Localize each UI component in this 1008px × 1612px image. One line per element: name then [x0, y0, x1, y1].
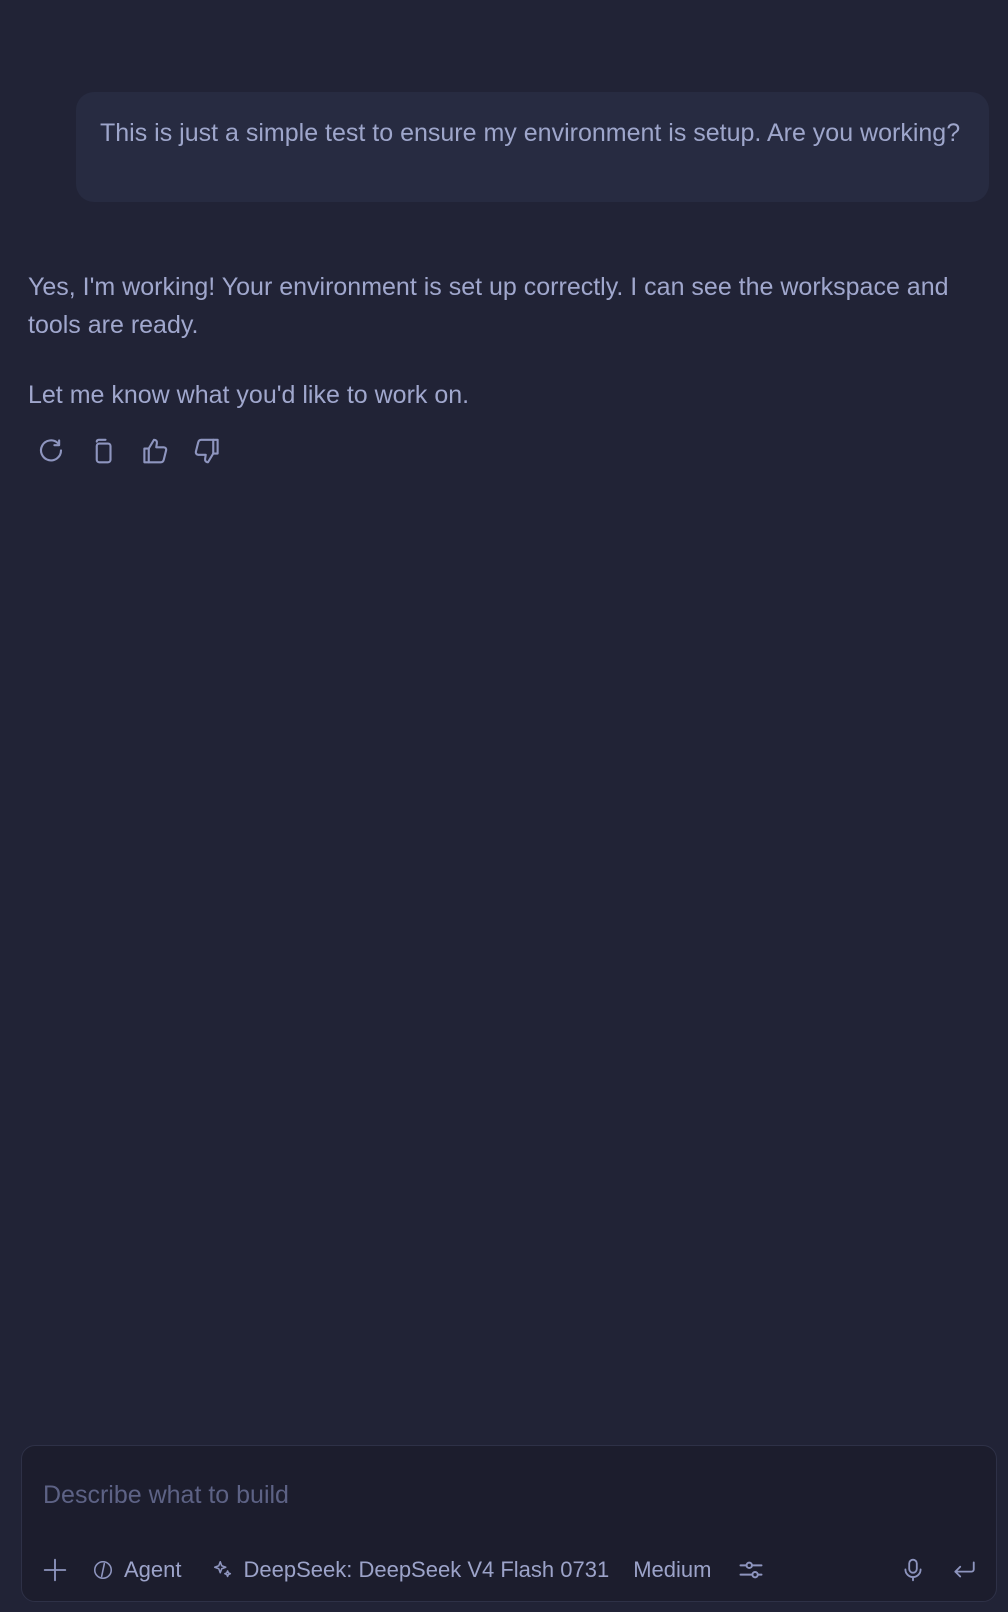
assistant-paragraph: Let me know what you'd like to work on. [28, 381, 470, 409]
chat-window: This is just a simple test to ensure my … [0, 0, 1008, 1612]
mode-selector[interactable]: Agent [92, 1557, 182, 1583]
settings-button[interactable] [737, 1556, 765, 1584]
send-button[interactable] [950, 1557, 978, 1583]
message-actions [34, 434, 224, 468]
mode-label: Agent [124, 1557, 182, 1582]
sliders-icon [739, 1561, 763, 1579]
model-selector[interactable]: DeepSeek: DeepSeek V4 Flash 0731 [212, 1557, 610, 1583]
user-message-text: This is just a simple test to ensure my … [100, 119, 961, 147]
agent-icon [93, 1560, 113, 1580]
user-message-bubble: This is just a simple test to ensure my … [76, 92, 989, 202]
sparkle-icon [213, 1560, 231, 1578]
effort-label: Medium [633, 1557, 712, 1582]
effort-selector[interactable]: Medium [633, 1557, 711, 1583]
prompt-input[interactable] [41, 1474, 975, 1516]
assistant-paragraph: Yes, I'm working! Your environment is se… [28, 273, 949, 339]
copy-button[interactable] [86, 434, 120, 468]
attach-button[interactable] [42, 1557, 68, 1583]
enter-icon [954, 1561, 975, 1578]
thumbs-down-icon [194, 438, 219, 464]
composer-toolbar: Agent DeepSeek: DeepSeek V4 Flash 0731 M… [40, 1550, 978, 1590]
copy-icon [95, 438, 112, 464]
microphone-icon [904, 1558, 922, 1582]
composer: Agent DeepSeek: DeepSeek V4 Flash 0731 M… [21, 1445, 997, 1602]
thumbs-up-button[interactable] [138, 434, 172, 468]
thumbs-up-icon [143, 438, 168, 464]
retry-button[interactable] [34, 434, 68, 468]
refresh-icon [39, 439, 63, 462]
voice-input-button[interactable] [900, 1556, 926, 1584]
assistant-message: Yes, I'm working! Your environment is se… [28, 268, 993, 414]
plus-icon [43, 1558, 67, 1582]
thumbs-down-button[interactable] [190, 434, 224, 468]
model-label: DeepSeek: DeepSeek V4 Flash 0731 [243, 1557, 610, 1582]
